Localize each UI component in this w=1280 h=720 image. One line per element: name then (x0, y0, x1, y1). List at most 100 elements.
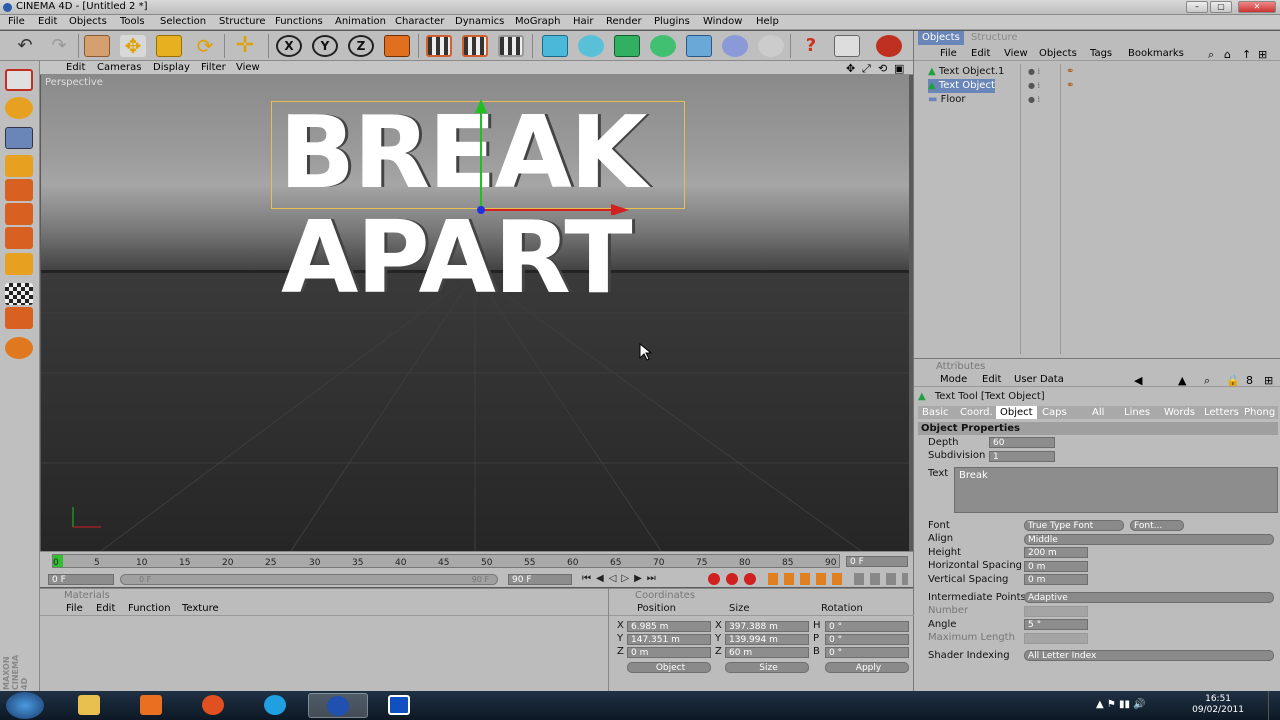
record-icon[interactable] (708, 573, 720, 585)
live-selection-icon[interactable] (84, 35, 110, 57)
tab-caps[interactable]: Caps (1038, 406, 1071, 420)
size-z-field[interactable]: 60 m (725, 647, 809, 658)
viewport-rotate-icon[interactable]: ⟲ (878, 62, 887, 75)
workplane-icon[interactable] (5, 307, 33, 329)
polygons-mode-icon[interactable] (5, 227, 33, 249)
om-home-icon[interactable]: ⌂ (1224, 48, 1231, 61)
keyframe-selection-icon[interactable] (744, 573, 756, 585)
up-arrow-icon[interactable]: ▲ (1178, 374, 1186, 387)
om-menu-view[interactable]: View (1004, 48, 1028, 59)
autokey-icon[interactable] (726, 573, 738, 585)
timeline[interactable]: 0 5 10 15 20 25 30 35 40 45 50 55 60 65 … (40, 551, 913, 587)
rot-h-field[interactable]: 0 ° (825, 621, 909, 632)
text-object-apart[interactable]: APART (281, 208, 633, 308)
horizontal-spacing-field[interactable]: 0 m (1024, 561, 1088, 572)
camera-icon[interactable]: ? (798, 35, 824, 57)
tab-basic[interactable]: Basic (918, 406, 952, 420)
pos-x-field[interactable]: 6.985 m (627, 621, 711, 632)
start-frame-field[interactable]: 0 F (48, 574, 114, 585)
menu-objects[interactable]: Objects (69, 16, 107, 27)
render-settings-icon[interactable] (498, 35, 524, 57)
back-arrow-icon[interactable]: ◀ (1134, 374, 1142, 387)
font-type-dropdown[interactable]: True Type Font (1024, 520, 1124, 531)
attr-menu-edit[interactable]: Edit (982, 374, 1001, 385)
lock-icon[interactable]: 🔒 (1226, 374, 1240, 387)
vertical-spacing-field[interactable]: 0 m (1024, 574, 1088, 585)
shader-indexing-dropdown[interactable]: All Letter Index (1024, 650, 1274, 661)
tab-letters[interactable]: Letters (1200, 406, 1243, 420)
taskbar-skype[interactable] (246, 693, 306, 718)
menu-render[interactable]: Render (606, 16, 642, 27)
text-input[interactable]: Break (954, 467, 1278, 513)
menu-window[interactable]: Window (703, 16, 742, 27)
timeline-ruler[interactable]: 0 5 10 15 20 25 30 35 40 45 50 55 60 65 … (52, 554, 840, 568)
viewport[interactable]: Perspective BREAK APART (41, 75, 909, 551)
viewport-menu-display[interactable]: Display (153, 62, 190, 73)
animation-mode-icon[interactable] (5, 253, 33, 275)
coordinate-mode-dropdown[interactable]: Object (627, 662, 711, 673)
viewport-zoom-icon[interactable]: ⤢ (862, 62, 871, 76)
angle-field[interactable]: 5 ° (1024, 619, 1088, 630)
tag-icon[interactable]: ⚭ (1066, 66, 1074, 77)
edges-mode-icon[interactable] (5, 203, 33, 225)
tray-icons[interactable]: ▲ ⚑ ▮▮ 🔊 (1096, 699, 1146, 710)
viewport-menu-view[interactable]: View (236, 62, 260, 73)
show-desktop-button[interactable] (1268, 691, 1280, 720)
font-button[interactable]: Font... (1130, 520, 1184, 531)
visibility-dots-icon[interactable]: ● ⁞ (1028, 67, 1040, 76)
mat-menu-edit[interactable]: Edit (96, 603, 115, 614)
tag-icon[interactable]: ⚭ (1066, 80, 1074, 91)
sculpt-icon[interactable] (5, 337, 33, 359)
mat-menu-function[interactable]: Function (128, 603, 171, 614)
tab-objects[interactable]: Objects (918, 31, 964, 45)
list-item[interactable]: ▬ Floor (928, 93, 966, 107)
tab-coord[interactable]: Coord. (956, 406, 997, 420)
end-frame-field[interactable]: 90 F (508, 574, 572, 585)
object-axis-icon[interactable] (5, 127, 33, 149)
viewport-pan-icon[interactable]: ✥ (846, 62, 855, 75)
scene-icon[interactable] (722, 35, 748, 57)
taskbar-media-player[interactable] (122, 693, 182, 718)
x-axis-lock-icon[interactable]: X (276, 35, 302, 57)
size-x-field[interactable]: 397.388 m (725, 621, 809, 632)
start-button[interactable] (6, 692, 44, 719)
om-menu-tags[interactable]: Tags (1090, 48, 1112, 59)
om-menu-file[interactable]: File (940, 48, 957, 59)
list-item[interactable]: ▲ Text Object.1 (928, 65, 1004, 79)
om-up-icon[interactable]: ↑ (1242, 48, 1251, 61)
tweak-mode-icon[interactable] (5, 283, 33, 305)
menu-animation[interactable]: Animation (335, 16, 386, 27)
menu-structure[interactable]: Structure (219, 16, 266, 27)
layout-icon[interactable] (5, 69, 33, 91)
viewport-menu-edit[interactable]: Edit (66, 62, 85, 73)
link-icon[interactable]: 8 (1246, 374, 1253, 387)
menu-mograph[interactable]: MoGraph (515, 16, 560, 27)
move-icon[interactable]: ✥ (120, 35, 146, 57)
minimize-button[interactable]: – (1186, 1, 1208, 13)
size-mode-dropdown[interactable]: Size (725, 662, 809, 673)
apply-button[interactable]: Apply (825, 662, 909, 673)
menu-tools[interactable]: Tools (120, 16, 145, 27)
menu-dynamics[interactable]: Dynamics (455, 16, 504, 27)
scale-icon[interactable] (156, 35, 182, 57)
cube-icon[interactable] (542, 35, 568, 57)
particle-icon[interactable] (758, 35, 784, 57)
preview-range-slider[interactable]: 0 F 90 F (120, 574, 498, 585)
close-button[interactable]: ✕ (1238, 1, 1276, 13)
visibility-dots-icon[interactable]: ● ⁞ (1028, 81, 1040, 90)
model-mode-icon[interactable] (5, 97, 33, 119)
om-search-icon[interactable]: ⌕ (1208, 48, 1214, 62)
timeline-options-icons[interactable] (854, 573, 908, 585)
om-menu-edit[interactable]: Edit (971, 48, 990, 59)
height-field[interactable]: 200 m (1024, 547, 1088, 558)
recent-tools-icon[interactable]: ✛ (232, 35, 258, 57)
tab-all[interactable]: All (1088, 406, 1108, 420)
render-picture-viewer-icon[interactable] (462, 35, 488, 57)
align-dropdown[interactable]: Middle (1024, 534, 1274, 545)
tab-lines[interactable]: Lines (1120, 406, 1154, 420)
viewport-menu-filter[interactable]: Filter (201, 62, 226, 73)
viewport-menu-cameras[interactable]: Cameras (97, 62, 141, 73)
tab-object[interactable]: Object (996, 406, 1037, 419)
nurbs-icon[interactable] (614, 35, 640, 57)
menu-file[interactable]: File (8, 16, 25, 27)
